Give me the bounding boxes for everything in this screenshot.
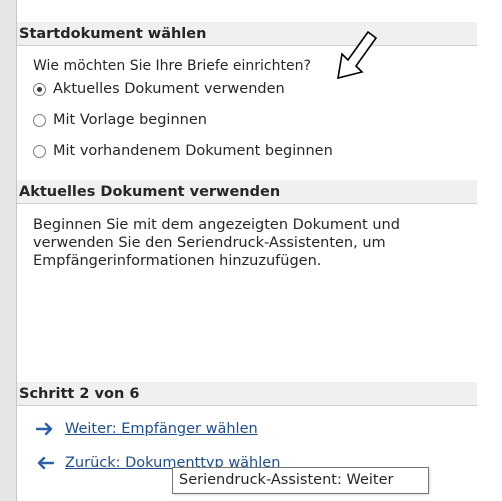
step-indicator: Schritt 2 von 6 <box>17 382 477 406</box>
section-header-start-document: Startdokument wählen <box>17 22 477 46</box>
description-text: Beginnen Sie mit dem angezeigten Dokumen… <box>33 217 400 269</box>
radio-label[interactable]: Mit Vorlage beginnen <box>53 112 207 128</box>
radio-label[interactable]: Aktuelles Dokument verwenden <box>53 81 285 97</box>
radio-button[interactable] <box>33 113 46 127</box>
arrow-right-icon <box>36 422 53 436</box>
next-step-link[interactable]: Weiter: Empfänger wählen <box>36 418 258 440</box>
radio-button-checked[interactable] <box>33 82 46 96</box>
radio-label[interactable]: Mit vorhandenem Dokument beginnen <box>53 143 333 159</box>
radio-option-current-document[interactable]: Aktuelles Dokument verwenden <box>33 78 285 100</box>
next-step-label[interactable]: Weiter: Empfänger wählen <box>65 421 258 437</box>
radio-option-existing-document[interactable]: Mit vorhandenem Dokument beginnen <box>33 140 333 162</box>
mouse-cursor-icon <box>337 30 378 80</box>
tooltip: Seriendruck-Assistent: Weiter <box>172 467 429 494</box>
question-text: Wie möchten Sie Ihre Briefe einrichten? <box>33 58 311 74</box>
radio-option-template[interactable]: Mit Vorlage beginnen <box>33 109 207 131</box>
arrow-left-icon <box>37 456 54 470</box>
section-header-current-document: Aktuelles Dokument verwenden <box>17 180 477 204</box>
radio-button[interactable] <box>33 144 46 158</box>
